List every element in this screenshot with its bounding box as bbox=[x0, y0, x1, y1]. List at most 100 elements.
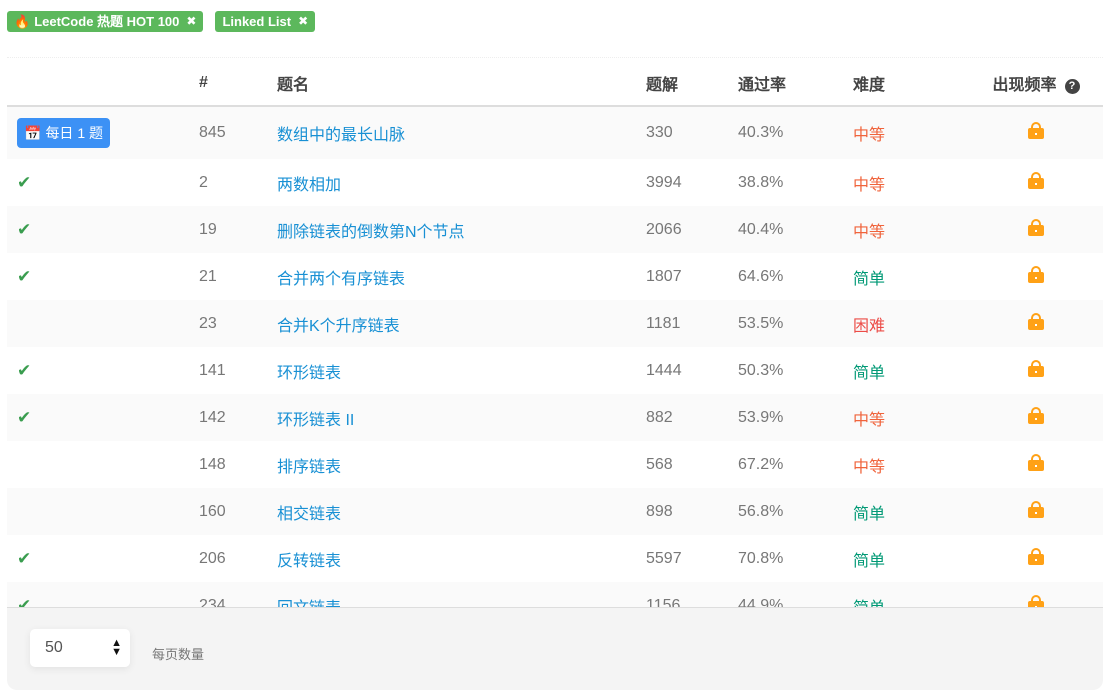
difficulty: 中等 bbox=[853, 176, 886, 194]
check-icon: ✔ bbox=[17, 172, 32, 192]
difficulty: 简单 bbox=[852, 488, 969, 535]
page-size-label: 每页数量 bbox=[152, 647, 205, 662]
difficulty: 中等 bbox=[852, 106, 969, 159]
lock-icon[interactable] bbox=[1028, 500, 1044, 518]
difficulty: 简单 bbox=[853, 270, 886, 288]
lock-icon[interactable] bbox=[1028, 265, 1044, 283]
tag-linked-list[interactable]: Linked List ✖ bbox=[215, 11, 316, 32]
solution-count: 330 bbox=[645, 106, 737, 159]
status-cell: ✔ bbox=[7, 394, 198, 441]
problem-number: 2 bbox=[199, 173, 208, 191]
problem-title-link[interactable]: 相交链表 bbox=[277, 506, 341, 523]
status-cell bbox=[7, 488, 198, 535]
lock-icon[interactable] bbox=[1028, 359, 1044, 377]
acceptance-rate: 53.9% bbox=[737, 394, 852, 441]
page-size-select[interactable]: 50 ▲ ▼ bbox=[30, 629, 130, 667]
problem-number: 845 bbox=[198, 106, 276, 159]
check-icon: ✔ bbox=[17, 548, 32, 568]
acceptance-rate: 53.5% bbox=[737, 300, 852, 347]
table-row: ✔ 2 两数相加 3994 38.8% 中等 bbox=[7, 159, 1103, 206]
status-cell: ✔ bbox=[7, 206, 198, 253]
problem-title-link[interactable]: 两数相加 bbox=[277, 177, 341, 194]
problem-title-link[interactable]: 删除链表的倒数第N个节点 bbox=[277, 224, 465, 241]
lock-icon[interactable] bbox=[1028, 547, 1044, 565]
lock-icon[interactable] bbox=[1028, 171, 1044, 189]
acceptance-rate: 40.3% bbox=[737, 106, 852, 159]
lock-icon[interactable] bbox=[1028, 122, 1044, 139]
solution-count: 2066 bbox=[645, 206, 737, 253]
problem-number: 160 bbox=[198, 488, 276, 535]
status-cell: ✔ bbox=[7, 253, 198, 300]
acceptance-rate: 67.2% bbox=[738, 455, 784, 473]
acceptance-rate: 56.8% bbox=[737, 488, 852, 535]
close-icon[interactable]: ✖ bbox=[298, 13, 308, 30]
header-num[interactable]: # bbox=[198, 61, 276, 107]
difficulty: 中等 bbox=[852, 206, 969, 253]
table-row: ✔ 206 反转链表 5597 70.8% 简单 bbox=[7, 535, 1103, 582]
difficulty: 中等 bbox=[853, 458, 886, 476]
header-title[interactable]: 题名 bbox=[276, 61, 645, 107]
acceptance-rate: 40.4% bbox=[737, 206, 852, 253]
header-rate[interactable]: 通过率 bbox=[737, 61, 852, 107]
sort-arrows-icon: ▲ ▼ bbox=[111, 637, 122, 658]
lock-icon[interactable] bbox=[1028, 312, 1044, 330]
table-row: 23 合并K个升序链表 1181 53.5% 困难 bbox=[7, 300, 1103, 347]
problem-title-link[interactable]: 数组中的最长山脉 bbox=[277, 127, 405, 144]
header-solutions[interactable]: 题解 bbox=[645, 61, 737, 107]
table-row: 160 相交链表 898 56.8% 简单 bbox=[7, 488, 1103, 535]
problem-number: 21 bbox=[199, 267, 217, 285]
daily-question-button[interactable]: 📅 每日 1 题 bbox=[17, 118, 111, 148]
lock-icon[interactable] bbox=[1028, 218, 1044, 236]
table-header: # 题名 题解 通过率 难度 出现频率? bbox=[7, 61, 1103, 107]
problem-title-link[interactable]: 环形链表 bbox=[277, 365, 341, 382]
solution-count: 882 bbox=[645, 394, 737, 441]
problem-title-link[interactable]: 合并两个有序链表 bbox=[277, 271, 405, 288]
solution-count: 1807 bbox=[646, 267, 682, 285]
problem-title-link[interactable]: 排序链表 bbox=[277, 459, 341, 476]
status-cell: ✔ bbox=[7, 159, 198, 206]
difficulty: 简单 bbox=[853, 364, 886, 382]
problem-number: 206 bbox=[199, 549, 226, 567]
problem-number: 142 bbox=[198, 394, 276, 441]
calendar-icon: 📅 bbox=[24, 124, 42, 141]
table-footer: 50 ▲ ▼ 每页数量 bbox=[7, 607, 1103, 690]
tag-hot100[interactable]: 🔥 LeetCode 热题 HOT 100 ✖ bbox=[7, 11, 204, 32]
problem-number: 19 bbox=[198, 206, 276, 253]
check-icon: ✔ bbox=[17, 407, 32, 427]
fire-icon: 🔥 bbox=[14, 14, 31, 29]
status-cell bbox=[7, 441, 198, 488]
problem-table: # 题名 题解 通过率 难度 出现频率? 📅 每日 1 题 845 数组中的最长山… bbox=[7, 61, 1103, 629]
lock-icon[interactable] bbox=[1028, 406, 1044, 424]
difficulty: 中等 bbox=[852, 394, 969, 441]
problem-title-link[interactable]: 反转链表 bbox=[277, 553, 341, 570]
solution-count: 5597 bbox=[646, 549, 682, 567]
divider bbox=[7, 57, 1103, 58]
problem-number: 23 bbox=[198, 300, 276, 347]
close-icon[interactable]: ✖ bbox=[186, 13, 196, 30]
problem-number: 148 bbox=[199, 455, 226, 473]
status-cell: 📅 每日 1 题 bbox=[7, 106, 198, 159]
problem-title-link[interactable]: 合并K个升序链表 bbox=[277, 318, 400, 335]
status-cell: ✔ bbox=[7, 347, 198, 394]
table-row: ✔ 142 环形链表 II 882 53.9% 中等 bbox=[7, 394, 1103, 441]
solution-count: 3994 bbox=[646, 173, 682, 191]
status-cell: ✔ bbox=[7, 535, 198, 582]
header-difficulty[interactable]: 难度 bbox=[852, 61, 969, 107]
difficulty: 困难 bbox=[852, 300, 969, 347]
lock-icon[interactable] bbox=[1028, 453, 1044, 471]
filter-tags: 🔥 LeetCode 热题 HOT 100 ✖ Linked List ✖ bbox=[7, 11, 316, 32]
solution-count: 1444 bbox=[646, 361, 682, 379]
header-frequency[interactable]: 出现频率? bbox=[969, 61, 1103, 107]
problem-title-link[interactable]: 环形链表 II bbox=[277, 412, 354, 429]
table-row: ✔ 21 合并两个有序链表 1807 64.6% 简单 bbox=[7, 253, 1103, 300]
check-icon: ✔ bbox=[17, 360, 32, 380]
solution-count: 1181 bbox=[645, 300, 737, 347]
status-cell bbox=[7, 300, 198, 347]
difficulty: 简单 bbox=[853, 552, 886, 570]
table-row: 📅 每日 1 题 845 数组中的最长山脉 330 40.3% 中等 bbox=[7, 106, 1103, 159]
solution-count: 898 bbox=[645, 488, 737, 535]
table-row: 148 排序链表 568 67.2% 中等 bbox=[7, 441, 1103, 488]
table-row: ✔ 141 环形链表 1444 50.3% 简单 bbox=[7, 347, 1103, 394]
help-icon[interactable]: ? bbox=[1064, 79, 1080, 94]
solution-count: 568 bbox=[646, 455, 673, 473]
